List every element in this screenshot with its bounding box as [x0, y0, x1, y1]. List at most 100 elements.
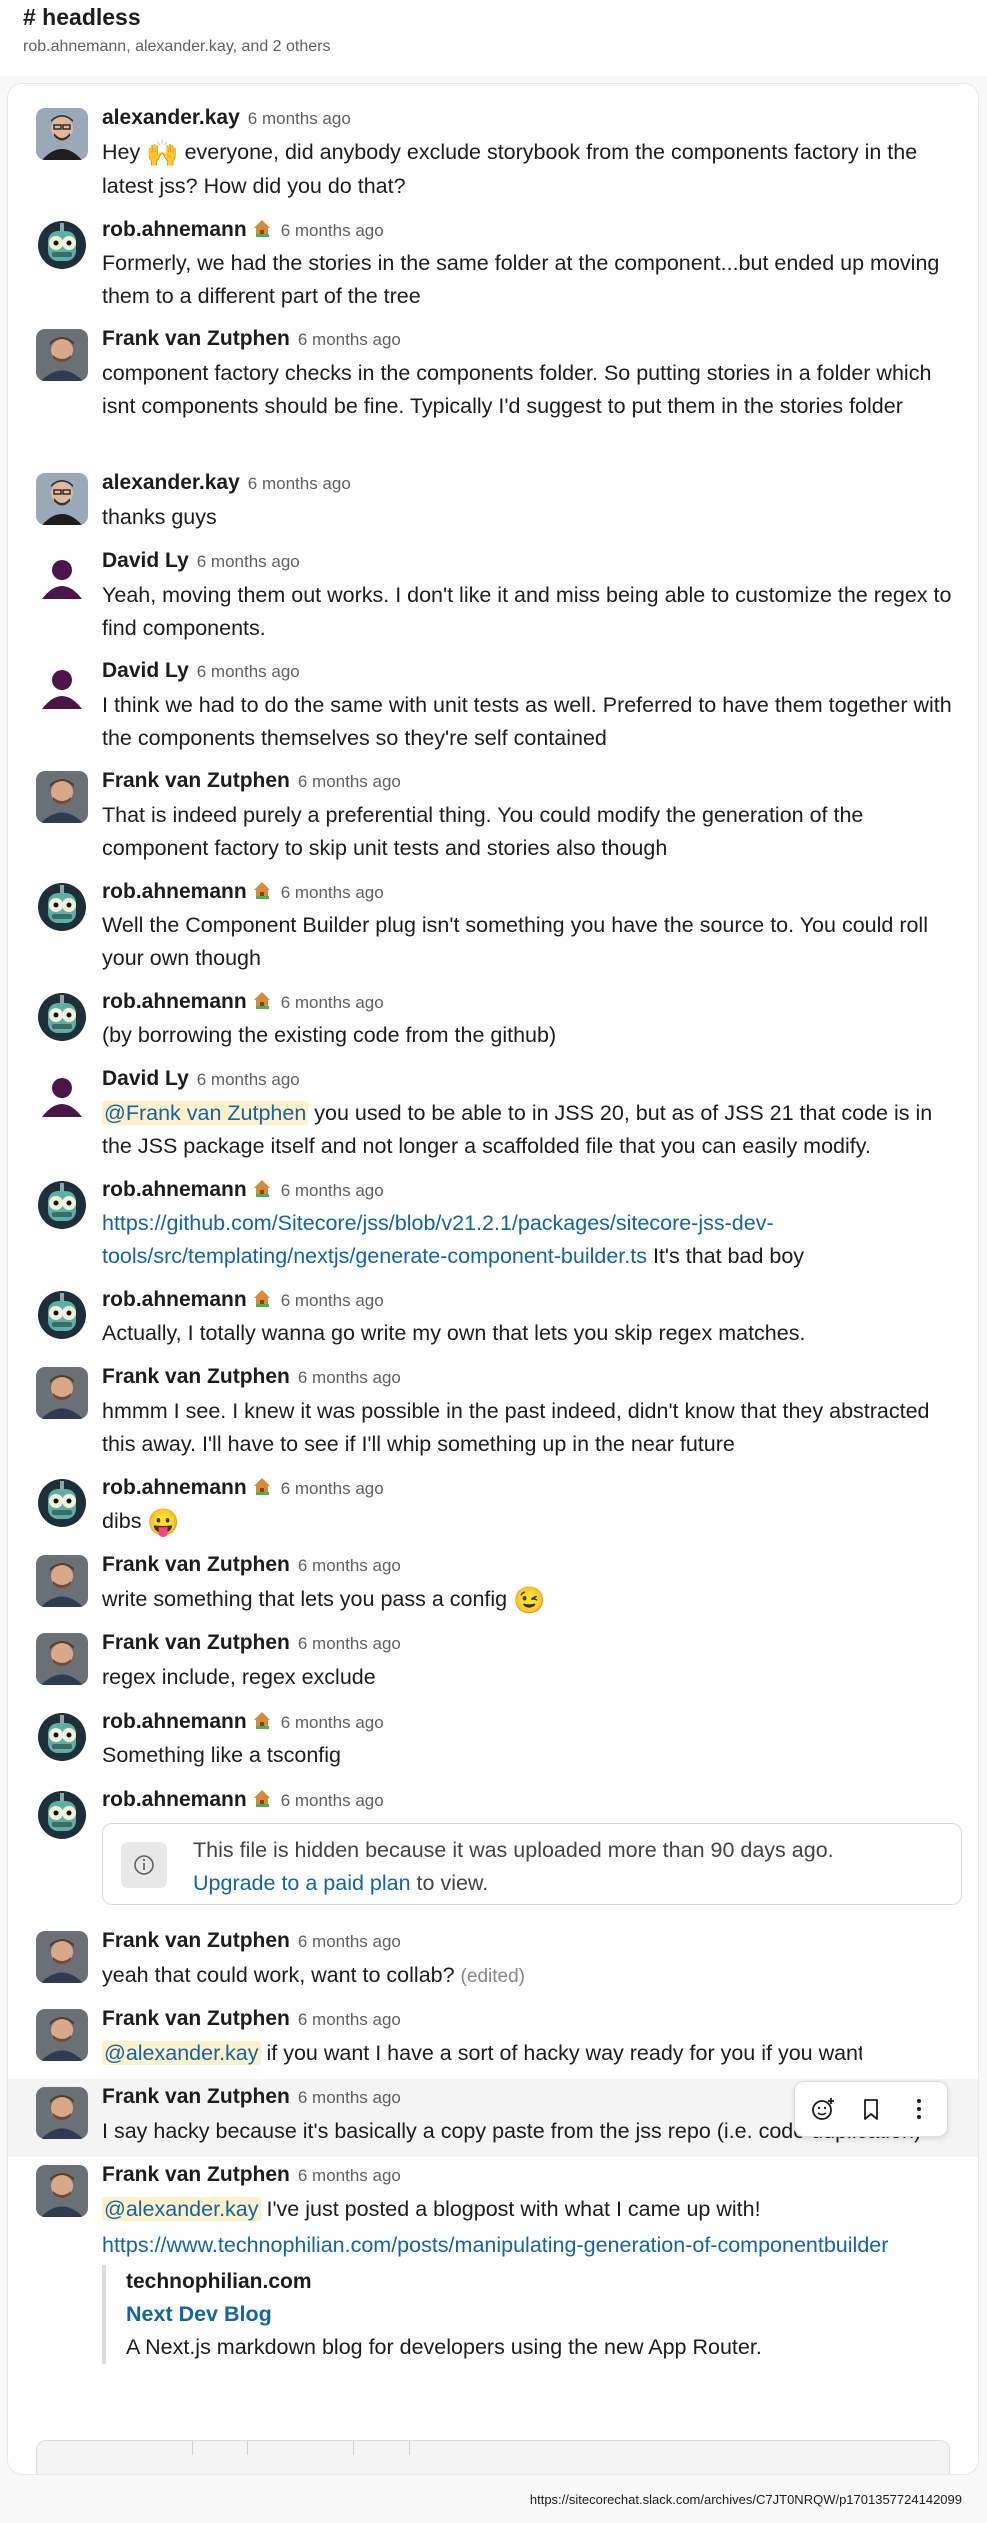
message-item[interactable]: Frank van Zutphen 6 months ago @alexander.…	[8, 2157, 978, 2427]
author-name[interactable]: rob.ahnemann	[102, 1788, 247, 1811]
avatar[interactable]	[36, 473, 88, 525]
avatar[interactable]	[36, 1179, 88, 1231]
message-item[interactable]: rob.ahnemann 6 months ago Actually, I tota…	[8, 1281, 978, 1359]
author-name[interactable]: Frank van Zutphen	[102, 2085, 290, 2108]
author-name[interactable]: Frank van Zutphen	[102, 2007, 290, 2030]
timestamp[interactable]: 6 months ago	[298, 2088, 401, 2107]
message-item[interactable]: Frank van Zutphen 6 months ago That is ind…	[8, 763, 978, 873]
channel-title[interactable]: # headless	[23, 4, 141, 31]
emoji[interactable]: 🙌	[146, 138, 178, 168]
avatar[interactable]	[36, 771, 88, 823]
author-name[interactable]: rob.ahnemann	[102, 218, 247, 241]
avatar[interactable]	[36, 1789, 88, 1841]
author-name[interactable]: rob.ahnemann	[102, 1288, 247, 1311]
avatar[interactable]	[36, 1069, 88, 1121]
timestamp[interactable]: 6 months ago	[298, 1368, 401, 1387]
message-item[interactable]: rob.ahnemann 6 months ago Well the Compone…	[8, 873, 978, 983]
author-name[interactable]: David Ly	[102, 659, 189, 682]
timestamp[interactable]: 6 months ago	[281, 1713, 384, 1732]
blogpost-link[interactable]: https://www.technophilian.com/posts/mani…	[102, 2229, 888, 2262]
message-item[interactable]: alexander.kay 6 months ago Hey 🙌 everyone,…	[8, 100, 978, 211]
message-item[interactable]: Frank van Zutphen 6 months ago write somet…	[8, 1547, 978, 1625]
timestamp[interactable]: 6 months ago	[281, 883, 384, 902]
timestamp[interactable]: 6 months ago	[281, 993, 384, 1012]
timestamp[interactable]: 6 months ago	[281, 1291, 384, 1310]
more-actions-icon[interactable]	[901, 2091, 937, 2127]
emoji[interactable]: 😛	[147, 1507, 179, 1537]
timestamp[interactable]: 6 months ago	[298, 1556, 401, 1575]
message-item[interactable]: rob.ahnemann 6 months ago https://github.c…	[8, 1171, 978, 1281]
message-item[interactable]: David Ly 6 months ago Yeah, moving them ou…	[8, 543, 978, 653]
author-name[interactable]: Frank van Zutphen	[102, 1631, 290, 1654]
timestamp[interactable]: 6 months ago	[281, 1181, 384, 1200]
preview-title[interactable]: Next Dev Blog	[126, 2298, 976, 2331]
timestamp[interactable]: 6 months ago	[298, 330, 401, 349]
timestamp[interactable]: 6 months ago	[197, 552, 300, 571]
author-name[interactable]: alexander.kay	[102, 106, 240, 129]
bookmark-icon[interactable]	[853, 2091, 889, 2127]
timestamp[interactable]: 6 months ago	[248, 109, 351, 128]
author-name[interactable]: rob.ahnemann	[102, 880, 247, 903]
author-name[interactable]: rob.ahnemann	[102, 1710, 247, 1733]
avatar[interactable]	[36, 1633, 88, 1685]
avatar[interactable]	[36, 219, 88, 271]
add-reaction-icon[interactable]	[805, 2091, 841, 2127]
avatar[interactable]	[36, 551, 88, 603]
avatar[interactable]	[36, 2087, 88, 2139]
avatar[interactable]	[36, 1711, 88, 1763]
avatar[interactable]	[36, 2165, 88, 2217]
avatar[interactable]	[36, 1367, 88, 1419]
user-mention[interactable]: @Frank van Zutphen	[102, 1101, 309, 1125]
author-name[interactable]: rob.ahnemann	[102, 1476, 247, 1499]
avatar[interactable]	[36, 108, 88, 160]
avatar[interactable]	[36, 881, 88, 933]
timestamp[interactable]: 6 months ago	[298, 2166, 401, 2185]
avatar[interactable]	[36, 1477, 88, 1529]
message-composer[interactable]	[36, 2440, 950, 2474]
user-mention[interactable]: @alexander.kay	[102, 2041, 261, 2065]
author-name[interactable]: rob.ahnemann	[102, 1178, 247, 1201]
avatar[interactable]	[36, 991, 88, 1043]
timestamp[interactable]: 6 months ago	[298, 1932, 401, 1951]
avatar[interactable]	[36, 661, 88, 713]
avatar[interactable]	[36, 2009, 88, 2061]
author-name[interactable]: Frank van Zutphen	[102, 1365, 290, 1388]
timestamp[interactable]: 6 months ago	[197, 662, 300, 681]
timestamp[interactable]: 6 months ago	[298, 1634, 401, 1653]
author-name[interactable]: alexander.kay	[102, 471, 240, 494]
timestamp[interactable]: 6 months ago	[281, 1479, 384, 1498]
timestamp[interactable]: 6 months ago	[197, 1070, 300, 1089]
timestamp[interactable]: 6 months ago	[248, 474, 351, 493]
message-item[interactable]: Frank van Zutphen 6 months ago hmmm I see.…	[8, 1359, 978, 1469]
message-item[interactable]: David Ly 6 months ago @Frank van Zutphen y…	[8, 1061, 978, 1171]
message-item[interactable]: Frank van Zutphen 6 months ago regex inclu…	[8, 1625, 978, 1703]
author-name[interactable]: Frank van Zutphen	[102, 769, 290, 792]
user-mention[interactable]: @alexander.kay	[102, 2197, 261, 2221]
emoji[interactable]: 😉	[513, 1585, 545, 1615]
message-item[interactable]: alexander.kay 6 months ago thanks guys	[8, 465, 978, 543]
timestamp[interactable]: 6 months ago	[281, 221, 384, 240]
author-name[interactable]: Frank van Zutphen	[102, 2163, 290, 2186]
author-name[interactable]: David Ly	[102, 1067, 189, 1090]
message-item[interactable]: rob.ahnemann 6 months ago Something like a…	[8, 1703, 978, 1781]
message-item[interactable]: rob.ahnemann 6 months ago (by borrowing th…	[8, 983, 978, 1061]
message-item[interactable]: Frank van Zutphen 6 months ago component f…	[8, 321, 978, 465]
timestamp[interactable]: 6 months ago	[298, 2010, 401, 2029]
message-item[interactable]: rob.ahnemann 6 months ago This file is hid…	[8, 1781, 978, 1923]
avatar[interactable]	[36, 1931, 88, 1983]
avatar[interactable]	[36, 1555, 88, 1607]
message-item[interactable]: rob.ahnemann 6 months ago dibs 😛	[8, 1469, 978, 1547]
avatar[interactable]	[36, 1289, 88, 1341]
upgrade-link[interactable]: Upgrade to a paid plan	[193, 1871, 411, 1895]
timestamp[interactable]: 6 months ago	[281, 1791, 384, 1810]
author-name[interactable]: David Ly	[102, 549, 189, 572]
author-name[interactable]: Frank van Zutphen	[102, 327, 290, 350]
author-name[interactable]: Frank van Zutphen	[102, 1929, 290, 1952]
message-item[interactable]: Frank van Zutphen 6 months ago yeah that c…	[8, 1923, 978, 2001]
channel-members[interactable]: rob.ahnemann, alexander.kay, and 2 other…	[23, 38, 330, 56]
avatar[interactable]	[36, 329, 88, 381]
message-item[interactable]: rob.ahnemann 6 months ago Formerly, we had…	[8, 211, 978, 321]
author-name[interactable]: rob.ahnemann	[102, 990, 247, 1013]
timestamp[interactable]: 6 months ago	[298, 772, 401, 791]
message-item[interactable]: David Ly 6 months ago I think we had to do…	[8, 653, 978, 763]
